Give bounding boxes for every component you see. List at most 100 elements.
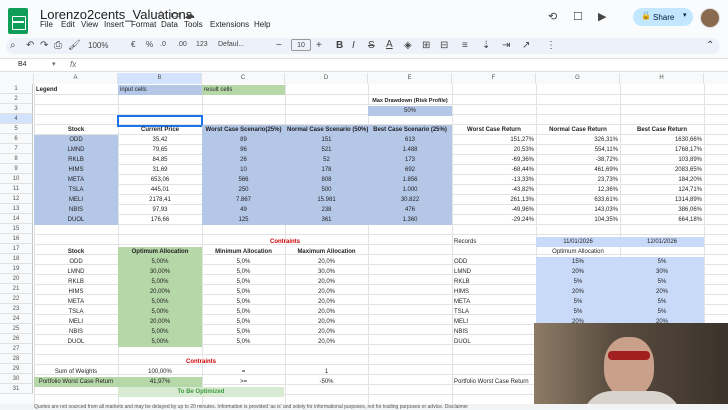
undo-icon[interactable]: ↶ xyxy=(26,40,34,51)
sheets-logo-icon[interactable] xyxy=(8,8,28,34)
table-header-cell[interactable]: Normal Case Scenario (50%) xyxy=(285,125,368,135)
table-cell[interactable]: 386,06% xyxy=(620,205,704,215)
records-label[interactable]: Records xyxy=(452,237,536,247)
table-cell[interactable]: -68,44% xyxy=(452,165,536,175)
allocation-ticker-cell[interactable]: TSLA xyxy=(34,307,118,317)
constraints2-title[interactable]: Contraints xyxy=(118,357,284,367)
sum-weights-value[interactable]: 100,00% xyxy=(118,367,202,377)
pwcr-target[interactable]: -50% xyxy=(285,377,368,387)
table-cell[interactable]: 1.856 xyxy=(368,175,452,185)
table-cell[interactable]: -38,72% xyxy=(536,155,620,165)
table-cell[interactable]: 1.000 xyxy=(368,185,452,195)
record-value-cell[interactable]: 20% xyxy=(620,287,704,297)
allocation-cell[interactable]: 20,0% xyxy=(285,327,368,337)
bold-icon[interactable]: B xyxy=(336,40,343,51)
row-header[interactable]: 18 xyxy=(0,254,33,264)
table-cell[interactable]: 124,71% xyxy=(620,185,704,195)
column-header-d[interactable]: D xyxy=(285,73,368,84)
table-cell[interactable]: 176,66 xyxy=(118,215,202,225)
record-date-2[interactable]: 12/01/2026 xyxy=(620,237,704,247)
record-ticker-cell[interactable]: MELI xyxy=(452,317,536,327)
paint-format-icon[interactable]: 🖌 xyxy=(68,40,81,51)
zoom-select[interactable]: 100% xyxy=(88,41,108,50)
table-cell[interactable]: 31,69 xyxy=(118,165,202,175)
table-cell[interactable]: 326,31% xyxy=(536,135,620,145)
horizontal-align-icon[interactable]: ≡ xyxy=(462,40,468,51)
video-call-icon[interactable]: ▶ xyxy=(598,10,606,23)
history-icon[interactable]: ⟲ xyxy=(548,10,557,23)
table-cell[interactable]: 476 xyxy=(368,205,452,215)
row-header[interactable]: 28 xyxy=(0,354,33,364)
row-header[interactable]: 31 xyxy=(0,384,33,394)
stock-ticker-cell[interactable]: ODD xyxy=(34,135,118,145)
allocation-cell[interactable]: 5,0% xyxy=(202,307,285,317)
share-button[interactable]: 🔒 Share ▾ xyxy=(633,8,693,26)
table-header-cell[interactable]: Best Case Scenario (25%) xyxy=(368,125,452,135)
table-cell[interactable]: 633,61% xyxy=(536,195,620,205)
column-header-f[interactable]: F xyxy=(452,73,536,84)
allocation-cell[interactable]: 5,00% xyxy=(118,277,202,287)
record-value-cell[interactable]: 5% xyxy=(620,307,704,317)
table-header-cell[interactable]: Worst Case Return xyxy=(452,125,536,135)
row-header[interactable]: 16 xyxy=(0,234,33,244)
table-cell[interactable]: 692 xyxy=(368,165,452,175)
allocation-cell[interactable]: 20,00% xyxy=(118,317,202,327)
record-value-cell[interactable]: 5% xyxy=(620,297,704,307)
row-header[interactable]: 7 xyxy=(0,144,33,154)
record-ticker-cell[interactable]: META xyxy=(452,297,536,307)
allocation-cell[interactable]: 20,0% xyxy=(285,257,368,267)
table-cell[interactable]: 445,01 xyxy=(118,185,202,195)
stock-ticker-cell[interactable]: META xyxy=(34,175,118,185)
stock-ticker-cell[interactable]: TSLA xyxy=(34,185,118,195)
table-cell[interactable]: 184,20% xyxy=(620,175,704,185)
table-header-cell[interactable]: Worst Case Scenario(25%) xyxy=(202,125,285,135)
font-size-increase-icon[interactable]: + xyxy=(316,40,322,51)
table-cell[interactable]: 554,11% xyxy=(536,145,620,155)
table-cell[interactable]: 89 xyxy=(202,135,285,145)
select-all-corner[interactable] xyxy=(0,73,34,84)
record-ticker-cell[interactable]: ODD xyxy=(452,257,536,267)
table-cell[interactable]: 1.360 xyxy=(368,215,452,225)
record-date-1[interactable]: 11/01/2026 xyxy=(536,237,620,247)
allocation-cell[interactable]: 20,0% xyxy=(285,297,368,307)
column-header-e[interactable]: E xyxy=(368,73,452,84)
menu-format[interactable]: Format xyxy=(131,20,156,29)
table-cell[interactable]: 96 xyxy=(202,145,285,155)
strikethrough-icon[interactable]: S xyxy=(368,40,375,51)
allocation-ticker-cell[interactable]: META xyxy=(34,297,118,307)
legend-result-cells[interactable]: result cells xyxy=(202,85,285,95)
table-cell[interactable]: 26 xyxy=(202,155,285,165)
number-format-button[interactable]: 123 xyxy=(196,41,208,48)
search-menus-icon[interactable]: ⌕ xyxy=(10,40,16,51)
table-header-cell[interactable]: Stock xyxy=(34,125,118,135)
allocation-cell[interactable]: 5,0% xyxy=(202,277,285,287)
menu-help[interactable]: Help xyxy=(254,20,270,29)
row-header[interactable]: 26 xyxy=(0,334,33,344)
row-header[interactable]: 6 xyxy=(0,134,33,144)
borders-icon[interactable]: ⊞ xyxy=(422,40,430,51)
max-drawdown-label[interactable]: Max Drawdown (Risk Profile) xyxy=(368,96,452,106)
allocation-cell[interactable]: 5,00% xyxy=(118,257,202,267)
table-cell[interactable]: 97,93 xyxy=(118,205,202,215)
row-header[interactable]: 5 xyxy=(0,124,33,134)
menu-extensions[interactable]: Extensions xyxy=(210,20,249,29)
table-cell[interactable]: 12,36% xyxy=(536,185,620,195)
table-cell[interactable]: 30.822 xyxy=(368,195,452,205)
menu-file[interactable]: File xyxy=(40,20,53,29)
font-size-decrease-icon[interactable]: − xyxy=(276,40,282,51)
row-header[interactable]: 24 xyxy=(0,314,33,324)
record-value-cell[interactable]: 5% xyxy=(536,307,620,317)
allocation-cell[interactable]: 5,0% xyxy=(202,257,285,267)
comment-icon[interactable]: ☐ xyxy=(573,10,583,23)
row-header[interactable]: 12 xyxy=(0,194,33,204)
name-box[interactable]: B4 xyxy=(18,61,27,68)
table-cell[interactable]: -13,33% xyxy=(452,175,536,185)
column-header-g[interactable]: G xyxy=(536,73,620,84)
row-header[interactable]: 2 xyxy=(0,94,33,104)
text-color-icon[interactable]: A xyxy=(386,39,393,50)
text-wrap-icon[interactable]: ⇥ xyxy=(502,40,510,51)
row-header[interactable]: 13 xyxy=(0,204,33,214)
table-cell[interactable]: 49 xyxy=(202,205,285,215)
table-cell[interactable]: 104,35% xyxy=(536,215,620,225)
allocation-ticker-cell[interactable]: RKLB xyxy=(34,277,118,287)
